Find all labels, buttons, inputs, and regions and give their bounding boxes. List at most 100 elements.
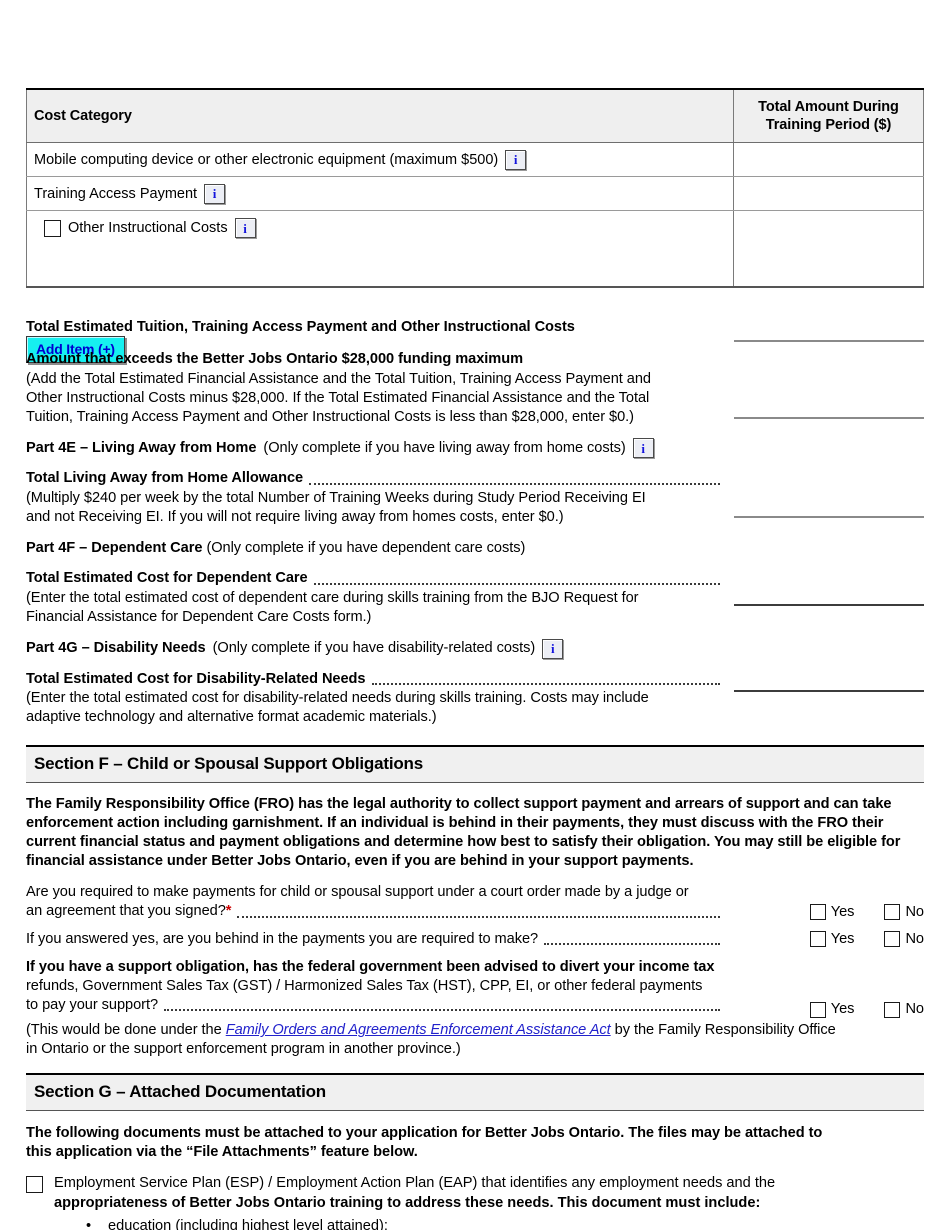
required-marker: * (225, 903, 232, 920)
info-icon[interactable]: i (234, 218, 256, 238)
section-f-intro-line-4: financial assistance under Better Jobs O… (26, 852, 694, 869)
question-behind-payments: If you answered yes, are you behind in t… (26, 930, 924, 949)
extra-label-cell (26, 244, 734, 288)
amount-input-training-access-payment[interactable] (733, 176, 924, 212)
list-item-label: education (including highest level attai… (108, 1217, 388, 1230)
living-away-allowance-label: Total Living Away from Home Allowance (26, 470, 304, 487)
info-icon[interactable]: i (505, 149, 527, 170)
bullet-marker: • (86, 1217, 92, 1230)
checkbox-attachment-esp-eap[interactable] (26, 1176, 43, 1194)
dependent-care-cost-row: Total Estimated Cost for Dependent Care … (26, 569, 924, 626)
cost-label-cell: Training Access Payment i (26, 176, 734, 212)
living-away-allowance-input-line[interactable] (734, 515, 924, 518)
label-yes: Yes (830, 1001, 855, 1017)
cost-label-training-access-payment: Training Access Payment (34, 185, 198, 202)
dependent-care-input-line[interactable] (734, 603, 924, 606)
attachment-requirements-list: • education (including highest level att… (26, 1218, 924, 1230)
total-tuition-row: Total Estimated Tuition, Training Access… (26, 318, 924, 337)
checkbox-court-order-no[interactable] (884, 904, 901, 921)
checkbox-behind-payments-no[interactable] (884, 931, 901, 948)
cost-label-cell: Other Instructional Costs i (26, 210, 734, 245)
attachment-esp-eap: Employment Service Plan (ESP) / Employme… (26, 1174, 924, 1213)
living-away-allowance-row: Total Living Away from Home Allowance (M… (26, 469, 924, 526)
checkbox-court-order-yes[interactable] (809, 904, 826, 921)
total-tuition-label: Total Estimated Tuition, Training Access… (26, 318, 575, 335)
part-4e-title: Part 4E – Living Away from Home (26, 439, 257, 456)
info-icon[interactable]: i (542, 638, 564, 659)
question-behind-payments-text: If you answered yes, are you behind in t… (26, 930, 539, 947)
part-4f-title-row: Part 4F – Dependent Care (Only complete … (26, 539, 924, 558)
question-court-order-line-2: an agreement that you signed? (26, 903, 226, 920)
column-header-total-amount: Total Amount During Training Period ($) (733, 88, 924, 144)
checkbox-behind-payments-yes[interactable] (809, 931, 826, 948)
question-divert-line-3: to pay your support? (26, 996, 159, 1013)
question-court-order-line-1: Are you required to make payments for ch… (26, 883, 689, 900)
dot-leader (544, 937, 720, 945)
disability-needs-cost-row: Total Estimated Cost for Disability-Rela… (26, 670, 924, 727)
section-g-intro-line-2: this application via the “File Attachmen… (26, 1144, 418, 1161)
cost-label-other-instructional-costs: Other Instructional Costs (68, 220, 228, 236)
part-4f-subtitle: (Only complete if you have dependent car… (206, 539, 526, 556)
table-header-row: Cost Category Total Amount During Traini… (26, 88, 924, 144)
label-no: No (905, 903, 924, 920)
disability-needs-cost-label: Total Estimated Cost for Disability-Rela… (26, 670, 366, 687)
exceeds-note-line-2: Other Instructional Costs minus $28,000.… (26, 389, 650, 406)
part-4g-title-row: Part 4G – Disability Needs (Only complet… (26, 638, 924, 659)
checkbox-divert-yes[interactable] (809, 1001, 826, 1018)
total-tuition-input-line[interactable] (734, 339, 924, 342)
section-g-intro-line-1: The following documents must be attached… (26, 1125, 823, 1142)
section-f-intro-line-3b: You may still be eligible for (714, 833, 901, 850)
part-4e-subtitle: (Only complete if you have living away f… (263, 439, 626, 456)
disability-needs-input-line[interactable] (734, 689, 924, 692)
checkbox-divert-no[interactable] (884, 1001, 901, 1018)
dependent-care-note-line-1: (Enter the total estimated cost of depen… (26, 589, 639, 606)
dot-leader (313, 577, 720, 585)
table-row-extra (26, 244, 924, 288)
question-divert-line-1: If you have a support obligation, has th… (26, 959, 715, 975)
form-page: Cost Category Total Amount During Traini… (0, 88, 950, 1230)
amount-input-other-instructional-costs[interactable] (733, 210, 924, 245)
amount-input-extra[interactable] (733, 244, 924, 288)
section-f-footnote: (This would be done under the Family Ord… (26, 1021, 924, 1059)
section-f-intro-line-2: enforcement action including garnishment… (26, 814, 884, 831)
section-f-intro-line-3a: current financial status and payment obl… (26, 833, 714, 850)
living-away-note-line-2: and not Receiving EI. If you will not re… (26, 508, 564, 525)
link-family-orders-act[interactable]: Family Orders and Agreements Enforcement… (226, 1022, 611, 1038)
part-4g-title: Part 4G – Disability Needs (26, 639, 206, 656)
section-g-heading: Section G – Attached Documentation (26, 1073, 924, 1112)
section-g-intro: The following documents must be attached… (26, 1124, 924, 1162)
footnote-suffix: by the Family Responsibility Office (610, 1022, 836, 1039)
amount-input-mobile-device[interactable] (733, 142, 924, 178)
disability-needs-note-line-1: (Enter the total estimated cost for disa… (26, 689, 649, 706)
section-f-intro-line-1: The Family Responsibility Office (FRO) h… (26, 795, 892, 812)
cost-label-mobile-device: Mobile computing device or other electro… (34, 151, 499, 168)
section-f-heading: Section F – Child or Spousal Support Obl… (26, 744, 924, 783)
list-item: • education (including highest level att… (26, 1218, 924, 1230)
cost-label-cell: Mobile computing device or other electro… (26, 142, 734, 178)
dependent-care-note-line-2: Financial Assistance for Dependent Care … (26, 608, 372, 625)
footnote-line-2: in Ontario or the support enforcement pr… (26, 1041, 461, 1058)
yesno-group-behind-payments: Yes No (809, 930, 924, 949)
table-row: Mobile computing device or other electro… (26, 142, 924, 178)
label-no: No (905, 930, 924, 947)
question-divert-line-2: refunds, Government Sales Tax (GST) / Ha… (26, 977, 703, 994)
info-icon[interactable]: i (632, 438, 654, 459)
question-court-order: Are you required to make payments for ch… (26, 883, 924, 922)
checkbox-other-instructional-costs[interactable] (44, 219, 61, 237)
question-divert-income-tax: If you have a support obligation, has th… (26, 958, 924, 1018)
totals-block: Total Estimated Tuition, Training Access… (26, 318, 924, 727)
table-row: Other Instructional Costs i (26, 210, 924, 245)
part-4e-title-row: Part 4E – Living Away from Home (Only co… (26, 438, 924, 459)
dot-leader (237, 910, 720, 918)
exceeds-note-line-3: Tuition, Training Access Payment and Oth… (26, 408, 634, 425)
part-4g-subtitle: (Only complete if you have disability-re… (212, 639, 536, 656)
label-yes: Yes (830, 930, 855, 947)
section-f-intro: The Family Responsibility Office (FRO) h… (26, 795, 924, 871)
column-header-cost-category: Cost Category (26, 88, 734, 144)
cost-category-table: Cost Category Total Amount During Traini… (26, 88, 924, 288)
living-away-note-line-1: (Multiply $240 per week by the total Num… (26, 489, 646, 506)
dot-leader (371, 677, 720, 685)
info-icon[interactable]: i (204, 183, 226, 204)
exceeds-label: Amount that exceeds the Better Jobs Onta… (26, 351, 524, 368)
exceeds-amount-input-line[interactable] (734, 416, 924, 419)
